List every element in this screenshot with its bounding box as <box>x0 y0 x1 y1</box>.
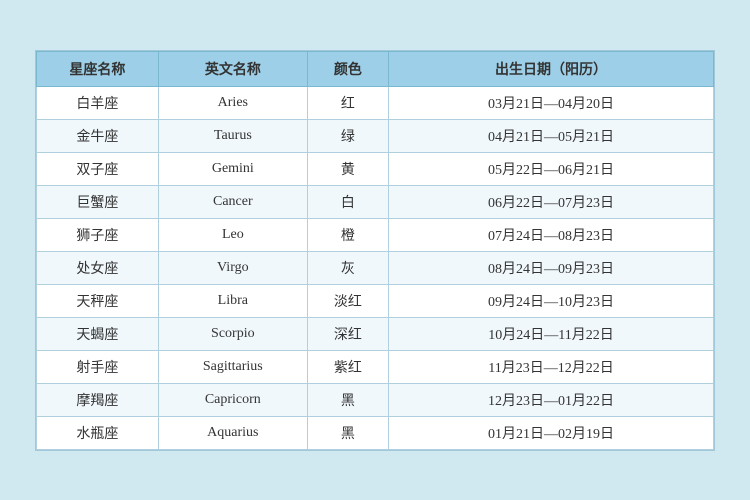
cell-chinese: 处女座 <box>37 251 159 284</box>
cell-date: 04月21日—05月21日 <box>389 119 714 152</box>
cell-color: 绿 <box>307 119 388 152</box>
cell-date: 07月24日—08月23日 <box>389 218 714 251</box>
cell-chinese: 白羊座 <box>37 86 159 119</box>
cell-english: Scorpio <box>158 317 307 350</box>
cell-english: Leo <box>158 218 307 251</box>
cell-chinese: 狮子座 <box>37 218 159 251</box>
cell-chinese: 射手座 <box>37 350 159 383</box>
cell-color: 白 <box>307 185 388 218</box>
cell-english: Virgo <box>158 251 307 284</box>
cell-english: Capricorn <box>158 383 307 416</box>
header-chinese: 星座名称 <box>37 51 159 86</box>
cell-chinese: 天秤座 <box>37 284 159 317</box>
cell-color: 灰 <box>307 251 388 284</box>
zodiac-table-container: 星座名称 英文名称 颜色 出生日期（阳历） 白羊座Aries红03月21日—04… <box>35 50 715 451</box>
cell-chinese: 巨蟹座 <box>37 185 159 218</box>
cell-english: Cancer <box>158 185 307 218</box>
cell-color: 黑 <box>307 383 388 416</box>
cell-color: 淡红 <box>307 284 388 317</box>
cell-chinese: 双子座 <box>37 152 159 185</box>
header-english: 英文名称 <box>158 51 307 86</box>
table-row: 水瓶座Aquarius黑01月21日—02月19日 <box>37 416 714 449</box>
zodiac-table: 星座名称 英文名称 颜色 出生日期（阳历） 白羊座Aries红03月21日—04… <box>36 51 714 450</box>
table-row: 白羊座Aries红03月21日—04月20日 <box>37 86 714 119</box>
cell-english: Gemini <box>158 152 307 185</box>
cell-color: 深红 <box>307 317 388 350</box>
table-row: 巨蟹座Cancer白06月22日—07月23日 <box>37 185 714 218</box>
cell-color: 紫红 <box>307 350 388 383</box>
cell-chinese: 天蝎座 <box>37 317 159 350</box>
table-row: 金牛座Taurus绿04月21日—05月21日 <box>37 119 714 152</box>
cell-color: 黄 <box>307 152 388 185</box>
table-header-row: 星座名称 英文名称 颜色 出生日期（阳历） <box>37 51 714 86</box>
cell-english: Aries <box>158 86 307 119</box>
cell-date: 03月21日—04月20日 <box>389 86 714 119</box>
table-row: 狮子座Leo橙07月24日—08月23日 <box>37 218 714 251</box>
table-row: 摩羯座Capricorn黑12月23日—01月22日 <box>37 383 714 416</box>
table-row: 处女座Virgo灰08月24日—09月23日 <box>37 251 714 284</box>
cell-date: 10月24日—11月22日 <box>389 317 714 350</box>
header-date: 出生日期（阳历） <box>389 51 714 86</box>
table-row: 射手座Sagittarius紫红11月23日—12月22日 <box>37 350 714 383</box>
cell-chinese: 水瓶座 <box>37 416 159 449</box>
cell-date: 05月22日—06月21日 <box>389 152 714 185</box>
cell-color: 橙 <box>307 218 388 251</box>
cell-color: 红 <box>307 86 388 119</box>
cell-color: 黑 <box>307 416 388 449</box>
cell-english: Aquarius <box>158 416 307 449</box>
cell-date: 09月24日—10月23日 <box>389 284 714 317</box>
cell-date: 01月21日—02月19日 <box>389 416 714 449</box>
table-row: 天秤座Libra淡红09月24日—10月23日 <box>37 284 714 317</box>
cell-english: Sagittarius <box>158 350 307 383</box>
cell-date: 12月23日—01月22日 <box>389 383 714 416</box>
cell-english: Libra <box>158 284 307 317</box>
table-row: 双子座Gemini黄05月22日—06月21日 <box>37 152 714 185</box>
cell-date: 11月23日—12月22日 <box>389 350 714 383</box>
header-color: 颜色 <box>307 51 388 86</box>
table-row: 天蝎座Scorpio深红10月24日—11月22日 <box>37 317 714 350</box>
cell-chinese: 摩羯座 <box>37 383 159 416</box>
cell-date: 08月24日—09月23日 <box>389 251 714 284</box>
cell-english: Taurus <box>158 119 307 152</box>
cell-date: 06月22日—07月23日 <box>389 185 714 218</box>
cell-chinese: 金牛座 <box>37 119 159 152</box>
